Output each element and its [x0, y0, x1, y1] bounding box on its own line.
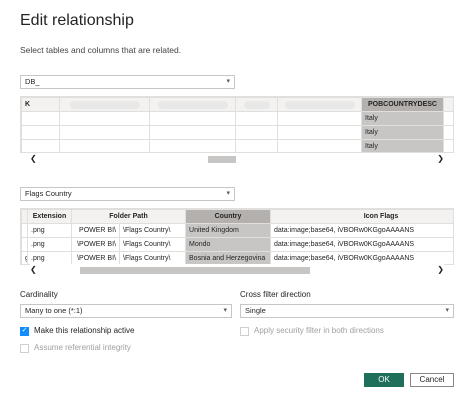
table-header-row: Extension Folder Path Country Icon Flags	[21, 209, 453, 224]
table-row: g .png \POWER BI\ \Flags Country\ Bosnia…	[21, 251, 453, 264]
chevron-left-icon[interactable]: ❮	[30, 153, 37, 165]
cross-filter-select[interactable]: Single ▾	[240, 304, 454, 318]
table2-grid[interactable]: Extension Folder Path Country Icon Flags…	[20, 208, 454, 265]
table-cell: \Flags Country\	[118, 223, 187, 238]
column-header[interactable]: FT	[443, 97, 453, 112]
table-header-row: K POBCOUNTRYDESC FT	[21, 97, 453, 112]
table1-grid[interactable]: K POBCOUNTRYDESC FT Italy Italy Italy	[20, 96, 454, 153]
table-cell: .png	[27, 223, 72, 238]
column-header-country[interactable]: Country	[185, 209, 272, 224]
table-cell: Bosnia and Herzegovina	[185, 251, 272, 264]
cardinality-label: Cardinality	[20, 290, 58, 299]
chevron-down-icon: ▾	[226, 78, 230, 85]
chevron-down-icon: ▾	[226, 190, 230, 197]
scrollbar-thumb[interactable]	[80, 267, 310, 274]
ok-button[interactable]: OK	[364, 373, 404, 387]
checkmark-icon: ✓	[20, 326, 29, 336]
chevron-down-icon: ▾	[223, 307, 227, 314]
table-cell: \POWER BI\	[71, 251, 120, 264]
column-header[interactable]: K	[21, 97, 60, 112]
column-header[interactable]	[277, 97, 362, 112]
chevron-down-icon: ▾	[445, 307, 449, 314]
cardinality-select[interactable]: Many to one (*:1) ▾	[20, 304, 232, 318]
column-header-folder-path[interactable]: Folder Path	[70, 209, 187, 224]
table-cell: .png	[27, 237, 72, 252]
cancel-button[interactable]: Cancel	[410, 373, 454, 387]
make-active-checkbox[interactable]: ✓ Make this relationship active	[20, 326, 135, 336]
table-cell: Italy	[361, 111, 444, 126]
scrollbar-thumb[interactable]	[208, 156, 236, 163]
chevron-right-icon[interactable]: ❯	[437, 153, 444, 165]
table-cell: \Flags Country\	[118, 251, 187, 264]
table2-scrollbar[interactable]: ❮ ❯	[30, 264, 444, 276]
table-cell: Italy	[361, 125, 444, 140]
checkbox-empty-icon	[20, 343, 29, 353]
referential-integrity-label: Assume referential integrity	[34, 343, 131, 352]
table-cell: \Flags Country\	[118, 237, 187, 252]
chevron-right-icon[interactable]: ❯	[437, 264, 444, 276]
column-header[interactable]	[59, 97, 150, 112]
dialog-subtitle: Select tables and columns that are relat…	[20, 45, 182, 55]
cardinality-value: Many to one (*:1)	[25, 306, 83, 315]
table2-select-value: Flags Country	[25, 189, 72, 198]
table-row: .png POWER BI\ \Flags Country\ United Ki…	[21, 223, 453, 238]
table-row: .png \POWER BI\ \Flags Country\ Mondo da…	[21, 237, 453, 252]
cross-filter-value: Single	[245, 306, 266, 315]
table-row: Italy	[21, 111, 453, 126]
table-cell: data:image;base64, iVBORw0KGgoAAAANS	[270, 251, 453, 264]
table1-scrollbar[interactable]: ❮ ❯	[30, 153, 444, 165]
make-active-label: Make this relationship active	[34, 326, 135, 335]
column-header-icon-flags[interactable]: Icon Flags	[270, 209, 453, 224]
referential-integrity-checkbox: Assume referential integrity	[20, 343, 131, 353]
chevron-left-icon[interactable]: ❮	[30, 264, 37, 276]
table-cell: United Kingdom	[185, 223, 272, 238]
table-cell: Mondo	[185, 237, 272, 252]
table-cell: \POWER BI\	[71, 237, 120, 252]
table2-select[interactable]: Flags Country ▾	[20, 187, 235, 201]
table-cell: data:image;base64, iVBORw0KGgoAAAANS	[270, 223, 453, 238]
table-cell: Italy	[361, 139, 444, 152]
security-filter-checkbox: Apply security filter in both directions	[240, 326, 384, 336]
security-filter-label: Apply security filter in both directions	[254, 326, 384, 335]
column-header[interactable]	[149, 97, 236, 112]
table1-select[interactable]: DB_ ▾	[20, 75, 235, 89]
table1-select-value: DB_	[25, 77, 40, 86]
column-header[interactable]	[235, 97, 278, 112]
table-cell: data:image;base64, iVBORw0KGgoAAAANS	[270, 237, 453, 252]
table-cell: POWER BI\	[71, 223, 120, 238]
cross-filter-label: Cross filter direction	[240, 290, 311, 299]
table-row: Italy	[21, 125, 453, 140]
checkbox-empty-icon	[240, 326, 249, 336]
dialog-title: Edit relationship	[20, 12, 134, 29]
table-cell: .png	[27, 251, 72, 264]
column-header-extension[interactable]: Extension	[27, 209, 72, 224]
column-header-pobcountrydesc[interactable]: POBCOUNTRYDESC	[361, 97, 444, 112]
table-row: Italy	[21, 139, 453, 152]
